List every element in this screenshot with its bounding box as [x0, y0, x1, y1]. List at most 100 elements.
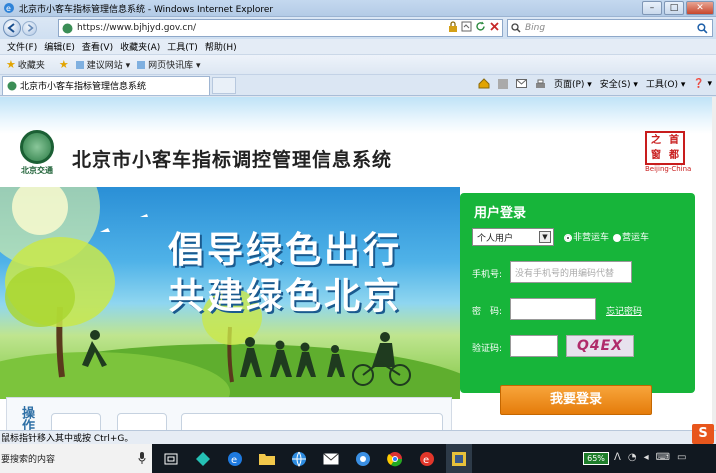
status-text: 鼠标指针移入其中或按 Ctrl+G。	[1, 434, 134, 444]
read-mail-icon[interactable]	[515, 79, 527, 88]
menu-help[interactable]: 帮助(H)	[205, 40, 237, 53]
search-bar[interactable]: Bing	[507, 19, 713, 37]
phone-input[interactable]: 没有手机号的用编码代替	[510, 261, 632, 283]
stop-icon[interactable]	[489, 21, 500, 32]
file-explorer-icon[interactable]	[254, 444, 280, 473]
password-input[interactable]	[510, 298, 596, 320]
web-slice-gallery-link[interactable]: 网页快讯库 ▾	[136, 58, 201, 71]
radio-label: 营运车	[622, 233, 650, 243]
suggested-sites-label: 建议网站 ▾	[86, 61, 131, 71]
app-icon-cyan[interactable]	[190, 444, 216, 473]
captcha-label: 验证码:	[472, 344, 503, 354]
favorites-bar: ★ 收藏夹 ★ 建议网站 ▾ 网页快讯库 ▾	[0, 55, 716, 75]
microphone-icon[interactable]	[138, 452, 146, 464]
sogou-ime-icon[interactable]: S	[692, 424, 714, 444]
login-button[interactable]: 我要登录	[500, 385, 652, 415]
task-view-icon[interactable]	[158, 444, 184, 473]
seal-box: 之 首 窗 都	[645, 131, 685, 165]
safety-menu[interactable]: 安全(S) ▾	[600, 77, 638, 90]
capital-window-seal[interactable]: 之 首 窗 都 Beijing-China	[645, 131, 691, 177]
menu-favorites[interactable]: 收藏夹(A)	[120, 40, 160, 53]
refresh-icon[interactable]	[475, 21, 486, 32]
home-icon[interactable]	[478, 78, 490, 89]
menu-view[interactable]: 查看(V)	[82, 40, 113, 53]
radio-commercial[interactable]: 营运车	[613, 230, 649, 243]
green-travel-banner: 倡导绿色出行 共建绿色北京	[0, 187, 460, 399]
forgot-password-link[interactable]: 忘记密码	[606, 304, 642, 317]
notification-icon[interactable]: ▭	[677, 452, 686, 463]
search-go-icon[interactable]	[697, 23, 708, 34]
back-arrow-icon	[7, 23, 15, 33]
close-window-button[interactable]: ✕	[686, 1, 714, 15]
captcha-image[interactable]: Q4EX	[566, 335, 634, 357]
add-favorite-button[interactable]: ★	[59, 58, 69, 71]
url-text[interactable]: https://www.bjhjyd.gov.cn/	[77, 23, 196, 33]
seal-char: 都	[669, 150, 679, 161]
tab-label: 北京市小客车指标管理信息系统	[20, 82, 147, 92]
network-icon[interactable]: ◔	[628, 452, 637, 463]
ie-page-icon	[137, 60, 146, 69]
ie-taskbar-icon[interactable]	[446, 444, 472, 473]
red-app-glyph: e	[420, 451, 434, 466]
tab-current[interactable]: 北京市小客车指标管理信息系统	[2, 75, 210, 95]
maximize-button[interactable]: □	[664, 1, 684, 15]
chevron-down-icon: ▼	[539, 231, 551, 243]
cyan-diamond-icon	[196, 451, 210, 466]
address-bar[interactable]: https://www.bjhjyd.gov.cn/	[58, 19, 503, 37]
forward-button[interactable]	[22, 20, 37, 36]
qq-browser-icon[interactable]	[350, 444, 376, 473]
seal-char: 窗	[651, 150, 661, 161]
compatibility-view-icon[interactable]	[461, 21, 472, 32]
chrome-icon[interactable]	[382, 444, 408, 473]
mail-icon[interactable]	[318, 444, 344, 473]
lock-icon[interactable]	[448, 21, 458, 32]
new-tab-button[interactable]	[212, 76, 236, 94]
beijing-transport-logo[interactable]: 北京交通	[16, 130, 58, 178]
radio-checked-icon	[564, 233, 572, 242]
blue-circle-icon	[356, 451, 370, 466]
menu-tools[interactable]: 工具(T)	[167, 40, 198, 53]
volume-icon[interactable]: ◂	[644, 452, 649, 463]
command-bar: 页面(P) ▾ 安全(S) ▾ 工具(O) ▾ ❓ ▾	[478, 77, 712, 90]
operation-shortcut[interactable]	[117, 413, 167, 430]
favorites-label: 收藏夹	[17, 61, 45, 71]
print-icon[interactable]	[535, 79, 546, 89]
banner-slogan-line1: 倡导绿色出行	[168, 230, 403, 271]
globe-app-icon[interactable]	[286, 444, 312, 473]
operations-title: 操作	[19, 406, 34, 430]
folder-icon	[259, 454, 275, 465]
address-toolbar: https://www.bjhjyd.gov.cn/ Bing	[0, 17, 716, 39]
operation-shortcut[interactable]	[51, 413, 101, 430]
tools-menu[interactable]: 工具(O) ▾	[646, 77, 686, 90]
minimize-button[interactable]: –	[642, 1, 662, 15]
feeds-icon[interactable]	[497, 78, 508, 89]
system-tray: ᐱ ◔ ◂ ⌨ ▭	[614, 452, 687, 463]
password-label: 密 码:	[472, 307, 503, 317]
vertical-scrollbar[interactable]	[712, 97, 716, 430]
page-menu[interactable]: 页面(P) ▾	[554, 77, 592, 90]
yellow-app-icon	[452, 451, 466, 466]
taskbar-search-box[interactable]: 要搜索的内容	[0, 444, 152, 473]
captcha-input[interactable]	[510, 335, 558, 357]
favorites-button[interactable]: ★ 收藏夹	[6, 58, 45, 71]
ime-icon[interactable]: ⌨	[656, 452, 670, 463]
suggested-sites-link[interactable]: 建议网站 ▾	[75, 58, 130, 71]
menu-file[interactable]: 文件(F)	[7, 40, 37, 53]
task-view-glyph	[164, 453, 178, 464]
tray-chevron-icon[interactable]: ᐱ	[614, 452, 621, 463]
svg-text:e: e	[423, 455, 429, 466]
svg-text:e: e	[231, 455, 237, 466]
forward-arrow-icon	[27, 24, 34, 32]
edge-icon[interactable]: e	[222, 444, 248, 473]
operation-shortcut-group[interactable]	[181, 413, 443, 430]
help-menu[interactable]: ❓ ▾	[693, 79, 712, 89]
user-type-select[interactable]: 个人用户 ▼	[472, 228, 554, 246]
red-app-icon[interactable]: e	[414, 444, 440, 473]
menu-edit[interactable]: 编辑(E)	[44, 40, 75, 53]
back-button[interactable]	[3, 19, 21, 37]
banner-slogan-line2: 共建绿色北京	[168, 276, 403, 317]
operations-section: 操作	[6, 397, 452, 430]
radio-non-commercial[interactable]: 非营运车	[564, 230, 609, 243]
battery-indicator[interactable]: 65%	[583, 452, 609, 465]
radio-label: 非营运车	[573, 233, 610, 243]
